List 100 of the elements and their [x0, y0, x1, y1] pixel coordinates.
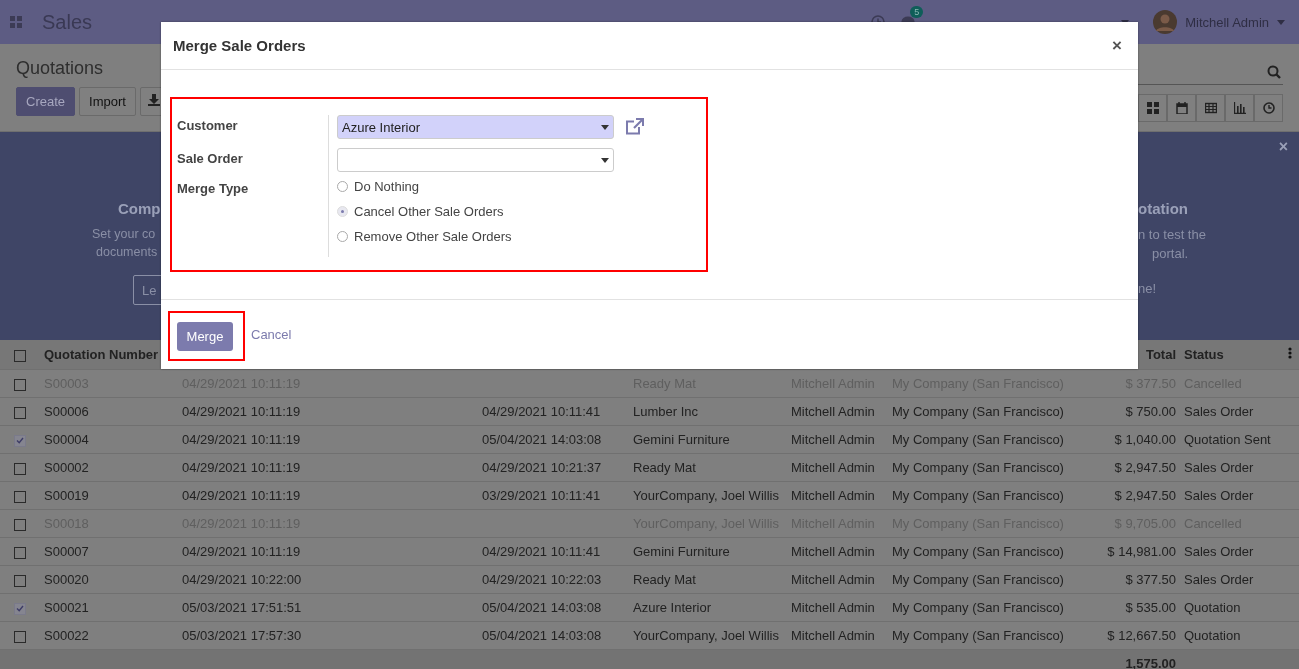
- table-cell: $ 2,947.50: [1114, 460, 1176, 475]
- row-checkbox[interactable]: [14, 490, 26, 503]
- table-cell: 05/04/2021 14:03:08: [482, 600, 602, 615]
- table-cell: 05/03/2021 17:57:30: [182, 628, 302, 643]
- radio-option[interactable]: Remove Other Sale Orders: [337, 228, 706, 244]
- select-all-checkbox[interactable]: [14, 349, 26, 362]
- row-checkbox[interactable]: [14, 602, 26, 615]
- close-button[interactable]: ×: [1278, 138, 1288, 156]
- field-label: Customer: [177, 117, 239, 135]
- table-cell: $ 14,981.00: [1107, 544, 1176, 559]
- table-cell: Azure Interior: [633, 600, 712, 615]
- table-cell: S00007: [44, 544, 89, 559]
- more-options-icon[interactable]: [1288, 347, 1292, 359]
- table-cell: My Company (San Francisco): [892, 460, 1064, 475]
- table-cell: $ 12,667.50: [1107, 628, 1176, 643]
- dialog-title: Merge Sale Orders: [173, 37, 306, 54]
- table-cell: $ 1,040.00: [1114, 432, 1176, 447]
- table-cell: S00019: [44, 488, 89, 503]
- table-cell: 05/03/2021 17:51:51: [182, 600, 302, 615]
- radio-option[interactable]: Do Nothing: [337, 178, 706, 194]
- table-cell: 04/29/2021 10:11:41: [482, 544, 601, 559]
- table-cell: 04/29/2021 10:22:00: [182, 572, 302, 587]
- table-cell: Mitchell Admin: [791, 628, 875, 643]
- row-checkbox[interactable]: [14, 378, 26, 391]
- row-checkbox[interactable]: [14, 406, 26, 419]
- caret-icon: [601, 124, 609, 130]
- caret-icon: [601, 157, 609, 163]
- banner-text: ne!: [1138, 281, 1157, 296]
- radio-option[interactable]: Cancel Other Sale Orders: [337, 203, 706, 219]
- table-cell: S00004: [44, 432, 89, 447]
- row-checkbox[interactable]: [14, 574, 26, 587]
- download-icon: [147, 94, 160, 106]
- table-cell: Mitchell Admin: [791, 488, 875, 503]
- table-cell: Gemini Furniture: [633, 432, 730, 447]
- row-checkbox[interactable]: [14, 434, 26, 447]
- table-icon: [1204, 102, 1217, 114]
- table-cell: 04/29/2021 10:22:03: [482, 572, 602, 587]
- table-cell: Mitchell Admin: [791, 432, 875, 447]
- column-header[interactable]: Status: [1180, 347, 1284, 362]
- table-cell: Quotation: [1184, 600, 1241, 615]
- table-cell: S00021: [44, 600, 89, 615]
- table-cell: 05/04/2021 14:03:08: [482, 432, 602, 447]
- table-cell: My Company (San Francisco): [892, 628, 1064, 643]
- graph-view-button[interactable]: [1225, 94, 1254, 122]
- field-label: Merge Type: [177, 181, 250, 196]
- table-cell: S00020: [44, 572, 89, 587]
- table-cell: YourCompany, Joel Willis: [633, 628, 779, 643]
- banner-step-title: otation: [1138, 200, 1188, 217]
- external-link-icon[interactable]: [625, 118, 645, 136]
- table-cell: Quotation Sent: [1184, 432, 1271, 447]
- table-cell: 04/29/2021 10:11:19: [182, 488, 301, 503]
- table-cell: Sales Order: [1184, 572, 1254, 587]
- clock-icon: [1262, 102, 1275, 114]
- activity-view-button[interactable]: [1254, 94, 1283, 122]
- close-button[interactable]: ×: [1108, 35, 1126, 56]
- dropdown-field[interactable]: Azure Interior: [337, 115, 614, 139]
- banner-text: documents: [96, 245, 159, 259]
- breadcrumb: Quotations: [16, 58, 105, 79]
- table-cell: Gemini Furniture: [633, 544, 730, 559]
- check-icon: [16, 437, 24, 445]
- search-icon: [1267, 65, 1281, 79]
- table-cell: S00022: [44, 628, 89, 643]
- calendar-view-button[interactable]: [1167, 94, 1196, 122]
- import-button[interactable]: Import: [79, 87, 136, 116]
- user-menu[interactable]: Mitchell Admin: [1185, 14, 1285, 30]
- table-cell: Lumber Inc: [633, 404, 699, 419]
- field-label: Sale Order: [177, 150, 244, 168]
- row-checkbox[interactable]: [14, 630, 26, 643]
- dropdown-field[interactable]: [337, 148, 614, 172]
- table-cell: Mitchell Admin: [791, 544, 875, 559]
- list-view-button[interactable]: [1196, 94, 1225, 122]
- row-checkbox[interactable]: [14, 546, 26, 559]
- kanban-icon: [1146, 102, 1159, 114]
- kanban-view-button[interactable]: [1138, 94, 1167, 122]
- table-cell: YourCompany, Joel Willis: [633, 488, 779, 503]
- table-cell: Ready Mat: [633, 572, 696, 587]
- notification-badge: 5: [910, 6, 924, 18]
- avatar-icon: [1153, 10, 1178, 34]
- table-cell: My Company (San Francisco): [892, 404, 1064, 419]
- create-button[interactable]: Create: [16, 87, 76, 116]
- row-checkbox[interactable]: [14, 462, 26, 475]
- table-cell: My Company (San Francisco): [892, 572, 1064, 587]
- table-cell: $ 750.00: [1125, 404, 1176, 419]
- bar-chart-icon: [1233, 102, 1246, 114]
- table-cell: Quotation: [1184, 628, 1241, 643]
- table-cell: Sales Order: [1184, 404, 1254, 419]
- table-cell: Mitchell Admin: [791, 404, 875, 419]
- banner-text: n to test the: [1138, 227, 1206, 242]
- table-cell: $ 2,947.50: [1114, 488, 1176, 503]
- row-checkbox[interactable]: [14, 518, 26, 531]
- table-cell: My Company (San Francisco): [892, 432, 1064, 447]
- merge-button[interactable]: Merge: [177, 321, 233, 351]
- table-cell: 04/29/2021 10:11:19: [182, 432, 301, 447]
- table-cell: 05/04/2021 14:03:08: [482, 628, 602, 643]
- table-cell: 03/29/2021 10:11:41: [482, 488, 601, 503]
- table-cell: $ 377.50: [1125, 572, 1176, 587]
- cancel-link[interactable]: Cancel: [251, 327, 292, 342]
- table-cell: Sales Order: [1184, 488, 1254, 503]
- table-cell: $ 535.00: [1125, 600, 1176, 615]
- table-cell: 04/29/2021 10:11:19: [182, 460, 301, 475]
